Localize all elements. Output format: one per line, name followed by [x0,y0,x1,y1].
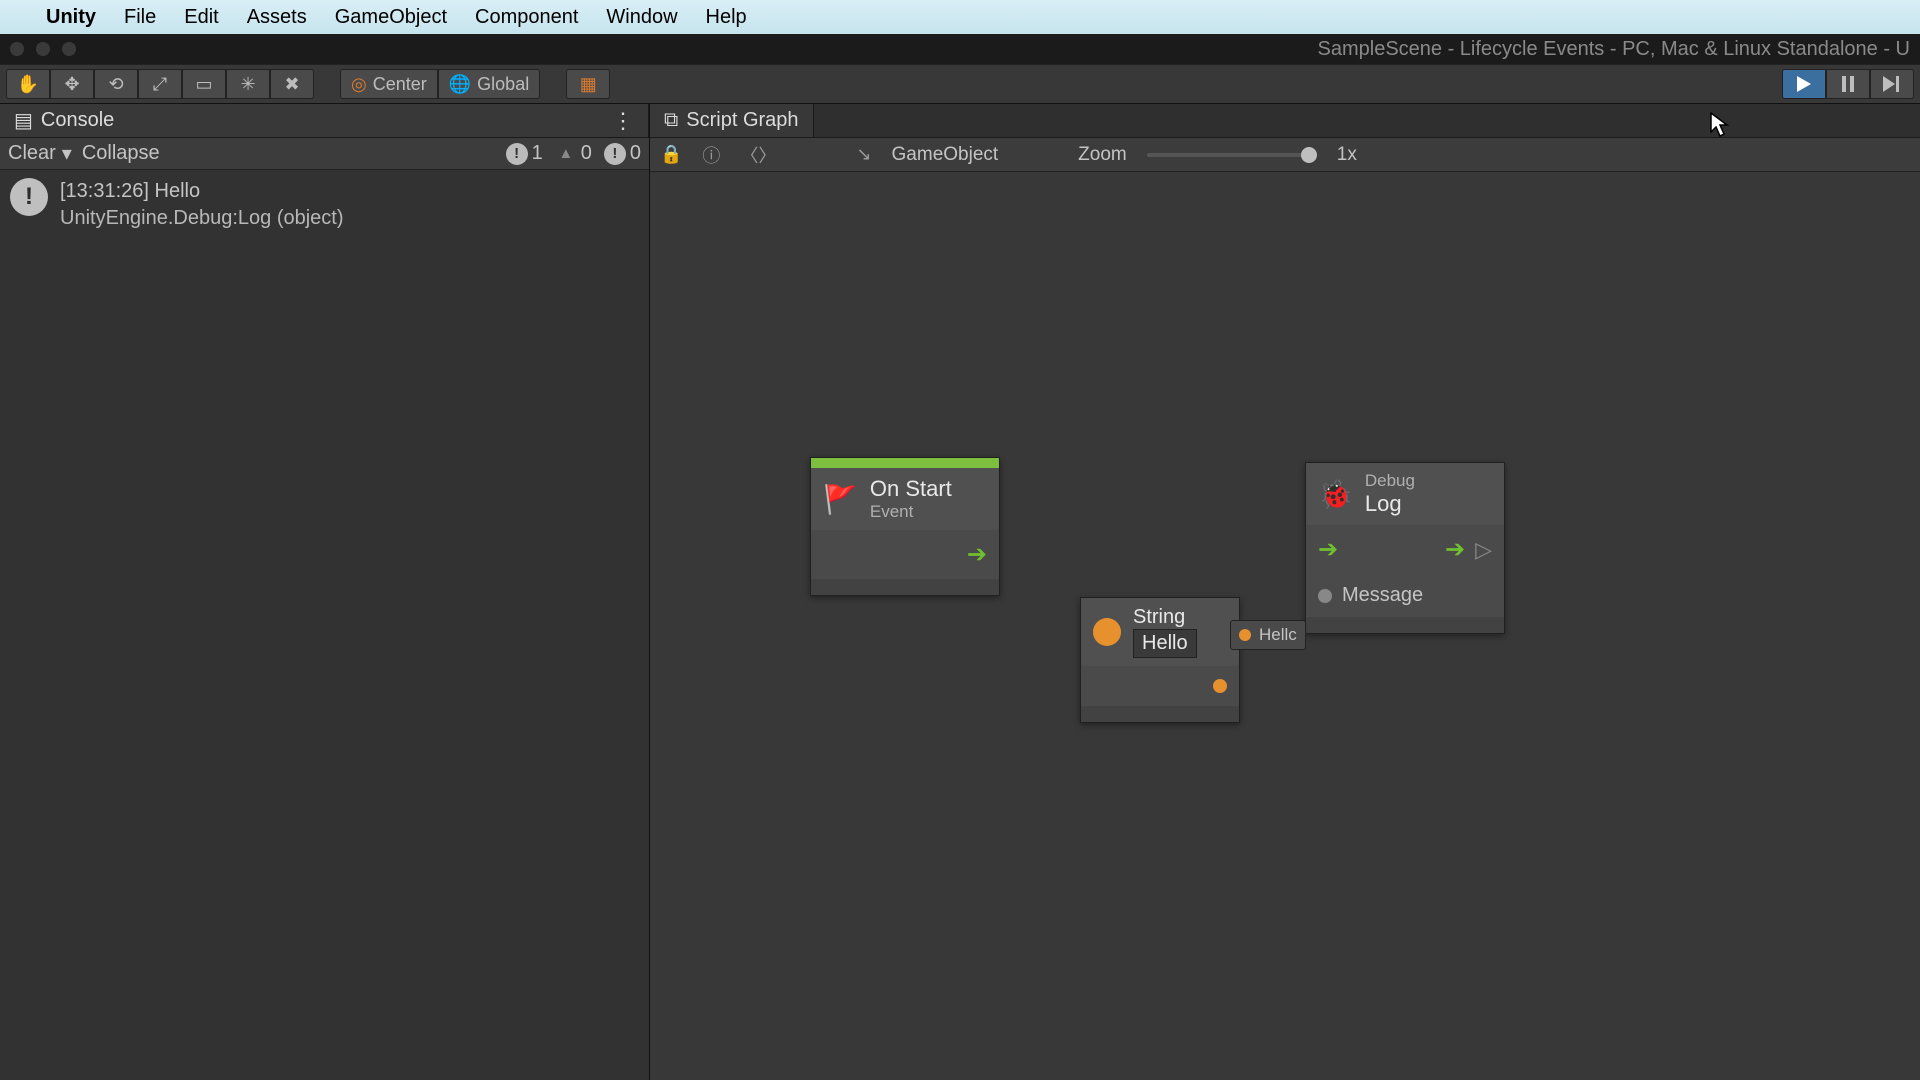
warn-count: 0 [581,142,592,165]
window-titlebar: SampleScene - Lifecycle Events - PC, Mac… [0,34,1920,64]
log-line-2: UnityEngine.Debug:Log (object) [60,205,344,232]
chevron-down-icon: ▾ [62,141,72,166]
bug-icon: 🐞 [1318,478,1353,511]
warn-icon: ▲ [555,143,577,165]
menu-app[interactable]: Unity [46,6,96,29]
hand-tool-button[interactable]: ✋ [6,69,50,99]
node-debug-title: Log [1365,491,1415,517]
tab-menu-button[interactable]: ⋮ [612,108,634,134]
node-accent-bar [811,458,999,468]
zoom-value: 1x [1337,144,1357,166]
unity-toolbar: ✋ ✥ ⟲ ⤢ ▭ ✳ ✖ ◎ Center 🌐 Global ▦ [0,64,1920,104]
center-icon: ◎ [351,74,367,95]
console-icon: ▤ [14,108,33,133]
zoom-slider[interactable] [1147,153,1317,157]
flow-out-port-2[interactable]: ➔ [1445,535,1465,564]
console-log-entry[interactable]: ! [13:31:26] Hello UnityEngine.Debug:Log… [0,170,649,240]
window-title: SampleScene - Lifecycle Events - PC, Mac… [1318,38,1911,61]
info-count: 1 [532,142,543,165]
warn-count-badge[interactable]: ▲0 [555,142,592,165]
min-dot[interactable] [36,42,50,56]
graph-target[interactable]: GameObject [892,144,999,166]
menu-assets[interactable]: Assets [247,6,307,29]
node-on-start-subtitle: Event [870,502,952,522]
tab-console-label: Console [41,109,114,132]
info-icon: ! [506,143,528,165]
pause-button[interactable] [1826,69,1870,99]
graph-wires [650,172,950,322]
flag-icon: 🚩 [823,483,858,516]
step-button[interactable] [1870,69,1914,99]
target-icon: ↘ [856,144,871,165]
graph-canvas[interactable]: 🚩 On Start Event ➔ 🐞 Debug Log [650,172,1920,1080]
play-button[interactable] [1782,69,1826,99]
string-out-port[interactable] [1213,679,1227,693]
log-line-1: [13:31:26] Hello [60,178,344,205]
menu-gameobject[interactable]: GameObject [335,6,447,29]
node-debug-category: Debug [1365,471,1415,491]
message-in-port[interactable] [1318,589,1332,603]
menu-edit[interactable]: Edit [184,6,218,29]
rect-tool-button[interactable]: ▭ [182,69,226,99]
zoom-label: Zoom [1078,144,1127,166]
menu-help[interactable]: Help [706,6,747,29]
menu-window[interactable]: Window [606,6,677,29]
play-icon [1797,76,1811,92]
max-dot[interactable] [62,42,76,56]
clear-button[interactable]: Clear ▾ [8,141,72,166]
script-graph-panel: ⧉ Script Graph 🔒 ⓘ 〈〉 ↘ GameObject Zoom … [650,104,1920,1080]
chip-text: Hellc [1259,625,1297,645]
flow-in-port[interactable]: ➔ [1318,535,1338,564]
rotate-tool-button[interactable]: ⟲ [94,69,138,99]
snap-button[interactable]: ▦ [566,69,610,99]
scale-tool-button[interactable]: ⤢ [138,69,182,99]
log-info-icon: ! [10,178,48,216]
info-count-badge[interactable]: !1 [506,142,543,165]
grid-icon: ▦ [580,74,597,95]
node-on-start[interactable]: 🚩 On Start Event ➔ [810,457,1000,596]
node-string-type: String [1133,606,1197,629]
step-icon [1883,76,1901,92]
menu-component[interactable]: Component [475,6,578,29]
zoom-slider-knob[interactable] [1301,147,1317,163]
transform-tool-button[interactable]: ✳ [226,69,270,99]
handle-global-button[interactable]: 🌐 Global [438,69,540,99]
collapse-button[interactable]: Collapse [82,142,160,165]
custom-tool-button[interactable]: ✖ [270,69,314,99]
chip-dot-icon [1239,629,1251,641]
move-tool-button[interactable]: ✥ [50,69,94,99]
string-type-icon [1093,618,1121,646]
pivot-center-button[interactable]: ◎ Center [340,69,438,99]
flow-out-port[interactable]: ➔ [967,540,987,569]
error-count-badge[interactable]: !0 [604,142,641,165]
info2-icon[interactable]: ⓘ [702,142,720,168]
message-port-label: Message [1342,584,1423,607]
handle-global-label: Global [477,74,529,95]
node-string-literal[interactable]: String Hello [1080,597,1240,723]
code-icon[interactable]: 〈〉 [740,142,776,168]
globe-icon: 🌐 [449,74,471,95]
lock-icon[interactable]: 🔒 [660,144,682,165]
tab-console[interactable]: ▤ Console ⋮ [0,104,649,137]
menu-file[interactable]: File [124,6,156,29]
close-dot[interactable] [10,42,24,56]
data-tooltip-chip: Hellc [1230,620,1306,650]
pause-icon [1841,76,1855,92]
error-icon: ! [604,143,626,165]
tab-script-graph-label: Script Graph [686,109,798,132]
string-value-field[interactable]: Hello [1133,629,1197,658]
node-debug-log[interactable]: 🐞 Debug Log ➔ ➔ ▷ Message [1305,462,1505,634]
error-count: 0 [630,142,641,165]
console-panel: ▤ Console ⋮ Clear ▾ Collapse !1 ▲0 !0 ! … [0,104,650,1080]
node-on-start-title: On Start [870,476,952,502]
macos-menubar: Unity File Edit Assets GameObject Compon… [0,0,1920,34]
clear-label: Clear [8,142,56,165]
tab-script-graph[interactable]: ⧉ Script Graph [650,104,814,137]
pivot-center-label: Center [373,74,427,95]
graph-icon: ⧉ [664,109,678,132]
traffic-lights[interactable] [10,42,76,56]
flow-out-hollow-port[interactable]: ▷ [1475,537,1492,563]
